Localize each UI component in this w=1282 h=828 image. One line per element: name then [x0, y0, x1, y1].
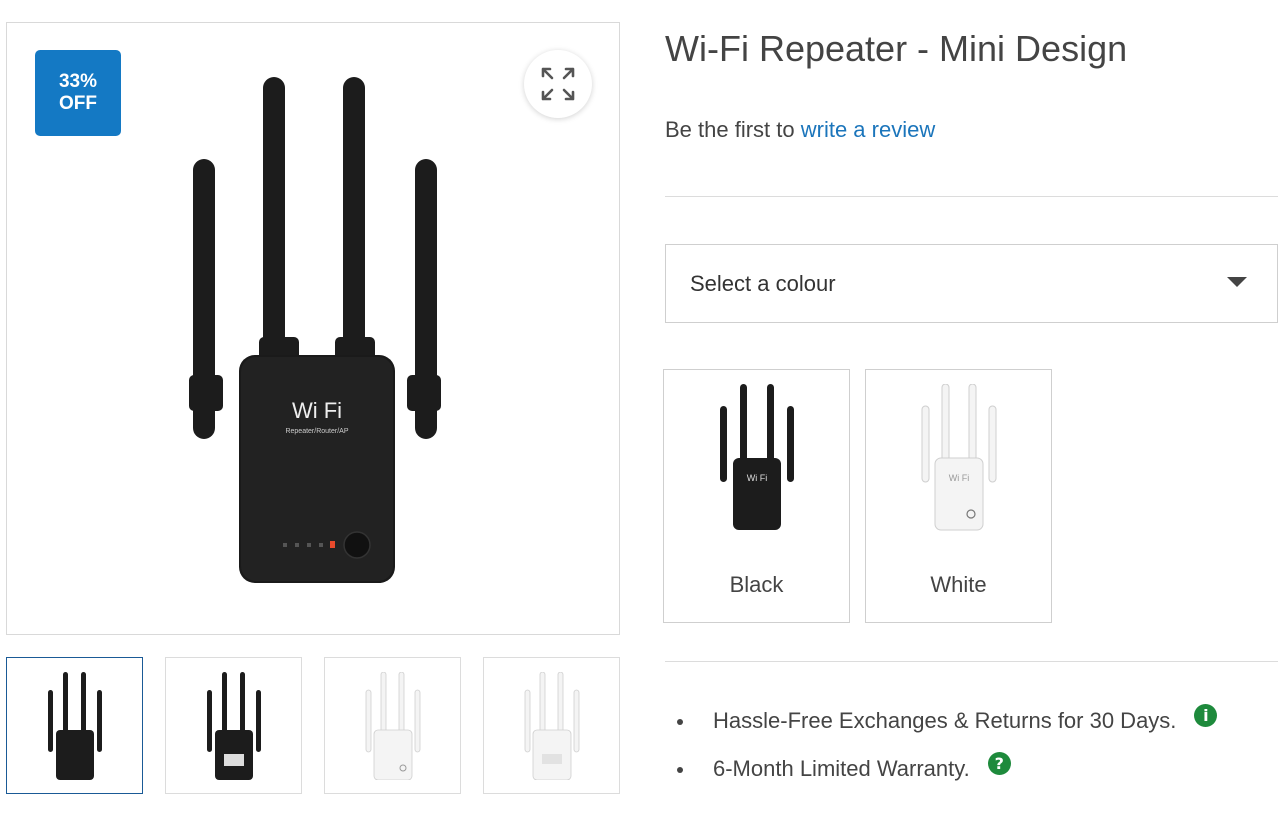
device-model-text: Repeater/Router/AP — [285, 428, 348, 435]
thumbnail-white-front[interactable] — [324, 657, 461, 794]
write-review-link[interactable]: write a review — [801, 117, 935, 142]
swatch-white-device-text: Wi Fi — [948, 473, 969, 483]
review-prefix: Be the first to — [665, 117, 801, 142]
help-icon[interactable]: ? — [987, 752, 1011, 775]
discount-off: OFF — [59, 93, 97, 114]
swatch-black-device-text: Wi Fi — [746, 473, 767, 483]
discount-percent: 33% — [58, 71, 98, 92]
swatch-white-image: Wi Fi — [921, 384, 996, 531]
thumbnail-white-back[interactable] — [483, 657, 620, 794]
divider — [665, 196, 1278, 197]
review-prompt: Be the first to write a review — [665, 117, 935, 143]
thumbnail-white-front-image — [365, 671, 420, 780]
swatch-black-image: Wi Fi — [719, 384, 794, 530]
expand-image-button[interactable] — [524, 50, 592, 118]
info-icon[interactable]: i — [1194, 704, 1218, 727]
bullet — [677, 767, 683, 773]
product-title: Wi-Fi Repeater - Mini Design — [665, 28, 1128, 69]
colour-select-label: Select a colour — [690, 270, 836, 296]
thumbnail-white-back-image — [524, 671, 579, 780]
list-item: Hassle-Free Exchanges & Returns for 30 D… — [665, 704, 1218, 756]
swatch-white[interactable]: Wi Fi White — [865, 369, 1052, 623]
feature-returns-text: Hassle-Free Exchanges & Returns for 30 D… — [713, 708, 1177, 733]
chevron-down-icon — [1227, 277, 1247, 287]
thumbnail-black-front[interactable] — [6, 657, 143, 794]
thumbnail-black-back-image — [206, 671, 261, 780]
thumbnail-black-back[interactable] — [165, 657, 302, 794]
device-brand-text: Wi Fi — [292, 398, 342, 423]
list-item: 6-Month Limited Warranty. ? — [665, 752, 1217, 804]
router-product-photo: Wi Fi Repeater/Router/AP — [189, 77, 441, 583]
discount-badge: 33% OFF — [35, 50, 121, 136]
expand-icon — [541, 67, 575, 101]
feature-warranty-text: 6-Month Limited Warranty. — [713, 756, 970, 781]
swatch-white-label: White — [930, 572, 987, 597]
thumbnail-black-front-image — [47, 671, 102, 780]
features-list: Hassle-Free Exchanges & Returns for 30 D… — [665, 704, 1218, 804]
swatch-black-label: Black — [729, 572, 784, 597]
divider — [665, 661, 1278, 662]
colour-select[interactable]: Select a colour — [665, 244, 1278, 323]
main-product-image[interactable]: 33% OFF Wi Fi Repeater/Router/AP — [6, 22, 620, 635]
swatch-black[interactable]: Wi Fi Black — [663, 369, 850, 623]
bullet — [677, 719, 683, 725]
